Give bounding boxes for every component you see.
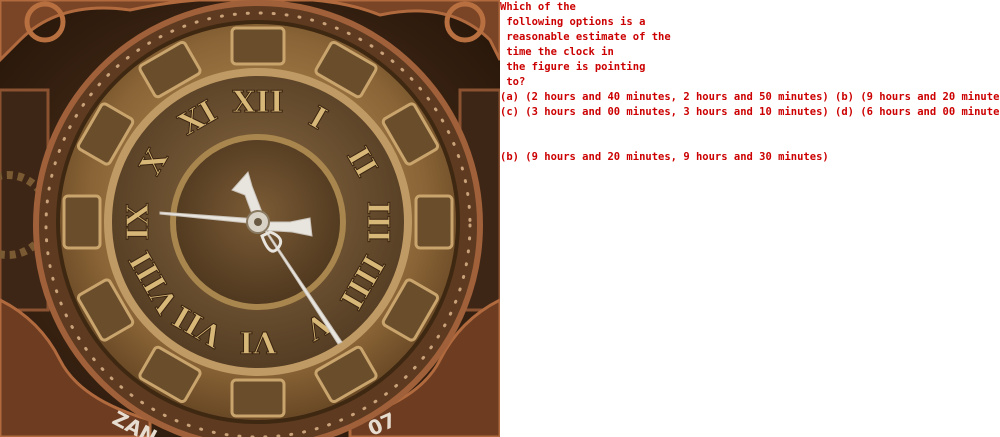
ring-panel [230, 378, 286, 418]
question-line-3: reasonable estimate of the [500, 31, 671, 43]
question-line-1: Which of the [500, 1, 576, 13]
hand-hub-cap [254, 218, 262, 226]
question-line-2: following options is a [500, 16, 646, 28]
numeral-xii: XII [232, 85, 283, 120]
numeral-vi: VI [239, 324, 277, 359]
numeral-iii: III [360, 201, 395, 243]
clock-photo: XII IIIIIIIIIIVVIVIIVIIIIXXXI ZAN 07 [0, 0, 500, 437]
numeral-ix: IX [121, 203, 156, 241]
image-stage: XII I II III IIII V VI VII VIII IX X XI ZAN 07 Whic… [0, 0, 1000, 437]
answer-line: (b) (9 hours and 20 minutes, 9 hours and… [500, 151, 829, 163]
ring-panel [230, 26, 286, 66]
options-row-1: (a) (2 hours and 40 minutes, 2 hours and… [500, 91, 1000, 103]
question-panel: Which of the following options is a reas… [500, 0, 1000, 437]
question-line-5: the figure is pointing [500, 61, 646, 73]
options-row-2: (c) (3 hours and 00 minutes, 3 hours and… [500, 106, 1000, 118]
ring-panel [414, 194, 454, 250]
ring-panel [62, 194, 102, 250]
question-line-4: time the clock in [500, 46, 614, 58]
question-line-6: to? [500, 76, 526, 88]
